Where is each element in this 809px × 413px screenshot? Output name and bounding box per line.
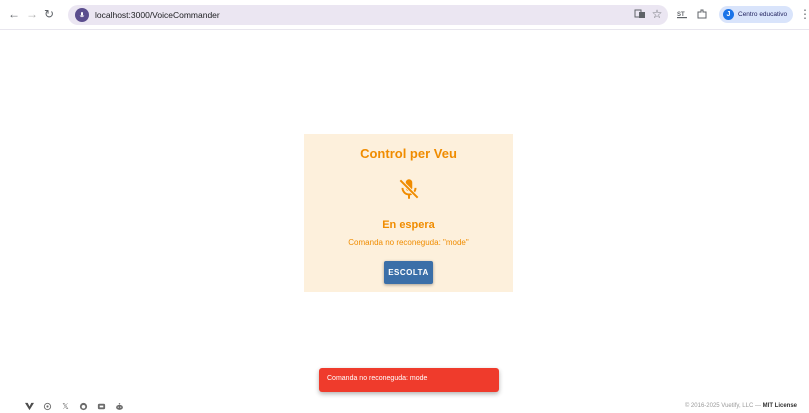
puzzle-extensions-icon[interactable] bbox=[695, 7, 709, 21]
mic-off-icon bbox=[398, 178, 420, 200]
github-icon[interactable] bbox=[79, 402, 88, 411]
browser-toolbar: ← → ↻ localhost:3000/VoiceCommander ☆ ST… bbox=[0, 0, 809, 30]
listen-button[interactable]: ESCOLTA bbox=[384, 261, 433, 284]
status-text: En espera bbox=[382, 219, 435, 231]
reload-icon[interactable]: ↻ bbox=[42, 7, 56, 21]
avatar: J bbox=[723, 9, 734, 20]
vuetify-logo-icon[interactable] bbox=[25, 402, 34, 411]
reddit-icon[interactable] bbox=[115, 402, 124, 411]
recognition-message: Comanda no reconeguda: "mode" bbox=[348, 238, 469, 247]
url-text: localhost:3000/VoiceCommander bbox=[95, 10, 220, 20]
card-title: Control per Veu bbox=[360, 146, 457, 161]
forward-icon[interactable]: → bbox=[25, 7, 39, 21]
profile-button[interactable]: J Centro educativo bbox=[719, 6, 793, 23]
settings-icon[interactable] bbox=[43, 402, 52, 411]
copyright-text: © 2016-2025 Vuetify, LLC — bbox=[684, 403, 761, 409]
back-icon[interactable]: ← bbox=[7, 7, 21, 21]
license-link[interactable]: MIT License bbox=[763, 403, 797, 409]
address-bar[interactable]: localhost:3000/VoiceCommander bbox=[68, 5, 668, 25]
copyright: © 2016-2025 Vuetify, LLC — MIT License bbox=[685, 403, 797, 409]
site-mic-icon bbox=[75, 8, 89, 22]
profile-label: Centro educativo bbox=[738, 11, 788, 18]
bookmark-star-icon[interactable]: ☆ bbox=[650, 7, 664, 21]
snackbar-text: Comanda no reconeguda: mode bbox=[327, 375, 428, 382]
x-icon[interactable]: 𝕏 bbox=[61, 402, 70, 411]
discord-icon[interactable] bbox=[97, 402, 106, 411]
footer-social-links: 𝕏 bbox=[25, 402, 124, 412]
more-menu-icon[interactable]: ⋮ bbox=[798, 7, 809, 21]
voice-control-card: Control per Veu En espera Comanda no rec… bbox=[304, 134, 513, 292]
extension-icon[interactable]: ST bbox=[676, 7, 690, 21]
error-snackbar: Comanda no reconeguda: mode bbox=[319, 368, 499, 392]
translate-icon[interactable] bbox=[633, 7, 647, 21]
